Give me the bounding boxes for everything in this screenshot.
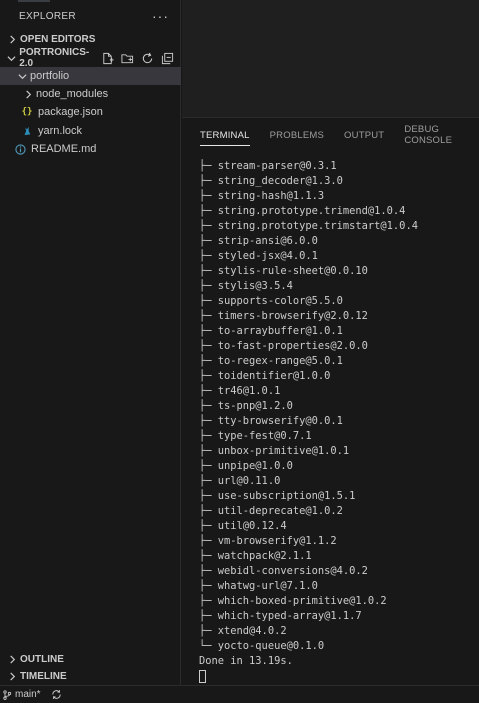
terminal-line: ├─ to-regex-range@5.0.1 — [199, 355, 343, 367]
bottom-panel: TERMINAL PROBLEMS OUTPUT DEBUG CONSOLE ├… — [182, 117, 479, 685]
timeline-section[interactable]: TIMELINE — [0, 667, 181, 685]
open-editors-section[interactable]: OPEN EDITORS — [0, 30, 181, 48]
terminal-prompt[interactable] — [199, 669, 479, 684]
open-editors-label: OPEN EDITORS — [20, 33, 96, 45]
tree-folder-node-modules[interactable]: node_modules — [0, 85, 181, 103]
branch-name: main* — [15, 689, 41, 700]
timeline-label: TIMELINE — [20, 670, 67, 682]
terminal-line: ├─ to-fast-properties@2.0.0 — [199, 340, 368, 352]
tree-file-readme[interactable]: README.md — [0, 140, 181, 158]
tree-folder-portfolio[interactable]: portfolio — [0, 67, 181, 85]
terminal-line: ├─ strip-ansi@6.0.0 — [199, 235, 318, 247]
tab-debug-console[interactable]: DEBUG CONSOLE — [404, 118, 459, 152]
terminal-line: ├─ tr46@1.0.1 — [199, 385, 281, 397]
terminal-line: ├─ vm-browserify@1.1.2 — [199, 535, 337, 547]
tree-item-label: package.json — [38, 106, 103, 118]
refresh-icon[interactable] — [139, 50, 155, 66]
workspace-label: PORTRONICS-2.0 — [19, 47, 90, 69]
explorer-title: EXPLORER — [19, 10, 76, 22]
tab-terminal[interactable]: TERMINAL — [200, 118, 250, 152]
info-icon — [13, 142, 27, 156]
git-branch-icon — [3, 689, 12, 700]
workspace-section[interactable]: PORTRONICS-2.0 — [0, 47, 181, 69]
terminal-line: ├─ unpipe@1.0.0 — [199, 460, 293, 472]
terminal-line: ├─ watchpack@2.1.1 — [199, 550, 312, 562]
terminal-line: ├─ ts-pnp@1.2.0 — [199, 400, 293, 412]
terminal-line: ├─ type-fest@0.7.1 — [199, 430, 312, 442]
terminal-line: ├─ which-boxed-primitive@1.0.2 — [199, 595, 387, 607]
collapse-all-icon[interactable] — [159, 50, 175, 66]
explorer-toolbar — [99, 50, 181, 66]
terminal-line: ├─ xtend@4.0.2 — [199, 625, 287, 637]
terminal-line: ├─ webidl-conversions@4.0.2 — [199, 565, 368, 577]
terminal-line: ├─ toidentifier@1.0.0 — [199, 370, 331, 382]
terminal-line: └─ yocto-queue@0.1.0 — [199, 640, 325, 652]
panel-tabs: TERMINAL PROBLEMS OUTPUT DEBUG CONSOLE — [182, 118, 479, 152]
explorer-sidebar: EXPLORER ··· OPEN EDITORS PORTRONICS-2.0 — [0, 0, 181, 685]
terminal-line: ├─ supports-color@5.5.0 — [199, 295, 343, 307]
more-actions-icon[interactable]: ··· — [152, 9, 169, 23]
terminal-cursor — [199, 669, 206, 683]
tree-item-label: node_modules — [36, 88, 109, 100]
terminal-line: ├─ string.prototype.trimstart@1.0.4 — [199, 220, 418, 232]
tab-problems[interactable]: PROBLEMS — [270, 118, 324, 152]
terminal-output[interactable]: ├─ stream-parser@0.3.1 ├─ string_decoder@… — [199, 159, 479, 684]
tree-file-yarn-lock[interactable]: yarn.lock — [0, 122, 181, 140]
json-icon: {} — [21, 107, 33, 117]
terminal-line: ├─ to-arraybuffer@1.0.1 — [199, 325, 343, 337]
terminal-line: ├─ stylis-rule-sheet@0.0.10 — [199, 265, 368, 277]
explorer-header: EXPLORER ··· — [0, 0, 181, 32]
chevron-right-icon — [4, 651, 20, 667]
terminal-line: ├─ styled-jsx@4.0.1 — [199, 250, 318, 262]
terminal-line: ├─ url@0.11.0 — [199, 475, 281, 487]
chevron-right-icon — [4, 31, 20, 47]
terminal-line: ├─ use-subscription@1.5.1 — [199, 490, 356, 502]
tree-item-label: portfolio — [30, 70, 70, 82]
outline-section[interactable]: OUTLINE — [0, 650, 181, 668]
terminal-line: ├─ util@0.12.4 — [199, 520, 287, 532]
terminal-line: ├─ timers-browserify@2.0.12 — [199, 310, 368, 322]
terminal-line: ├─ string-hash@1.1.3 — [199, 190, 325, 202]
terminal-line: ├─ string.prototype.trimend@1.0.4 — [199, 205, 406, 217]
tree-item-label: README.md — [31, 143, 97, 155]
new-file-icon[interactable] — [99, 50, 115, 66]
sync-button[interactable] — [51, 689, 65, 700]
chevron-right-icon — [20, 86, 36, 102]
tree-item-label: yarn.lock — [38, 125, 83, 137]
terminal-line: ├─ stream-parser@0.3.1 — [199, 160, 337, 172]
sync-icon — [51, 690, 61, 699]
editor-area[interactable] — [182, 0, 479, 117]
terminal-line: ├─ stylis@3.5.4 — [199, 280, 293, 292]
status-bar: main* — [0, 685, 479, 703]
chevron-right-icon — [4, 668, 20, 684]
terminal-line: Done in 13.19s. — [199, 655, 293, 667]
terminal-line: ├─ string_decoder@1.3.0 — [199, 175, 343, 187]
terminal-line: ├─ whatwg-url@7.1.0 — [199, 580, 318, 592]
terminal-line: ├─ util-deprecate@1.0.2 — [199, 505, 343, 517]
outline-label: OUTLINE — [20, 653, 64, 665]
tab-output[interactable]: OUTPUT — [344, 118, 384, 152]
yarn-icon — [20, 124, 34, 138]
chevron-down-icon — [14, 68, 30, 84]
terminal-line: ├─ tty-browserify@0.0.1 — [199, 415, 343, 427]
new-folder-icon[interactable] — [119, 50, 135, 66]
terminal-line: ├─ unbox-primitive@1.0.1 — [199, 445, 350, 457]
branch-indicator[interactable]: main* — [2, 689, 41, 700]
terminal-line: ├─ which-typed-array@1.1.7 — [199, 610, 362, 622]
chevron-down-icon — [4, 50, 19, 66]
tree-file-package-json[interactable]: {} package.json — [0, 103, 181, 121]
